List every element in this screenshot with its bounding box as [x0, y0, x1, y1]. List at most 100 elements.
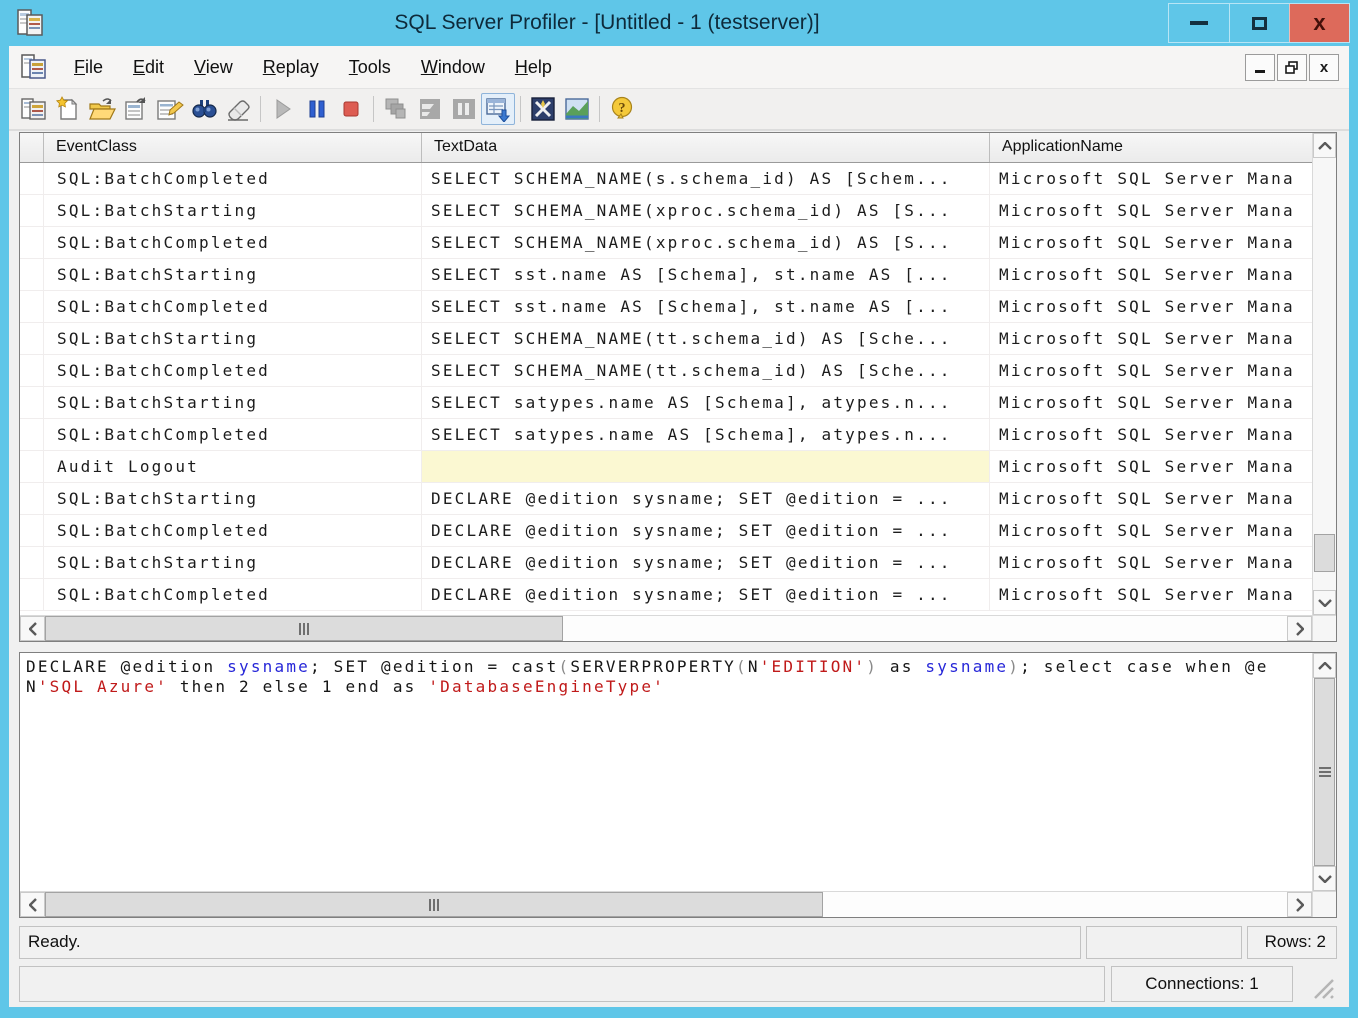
trace-grid-body: SQL:BatchCompletedSELECT SCHEMA_NAME(s.s…: [20, 163, 1312, 615]
grid-horizontal-scrollbar[interactable]: [20, 615, 1336, 641]
menu-edit[interactable]: Edit: [118, 52, 179, 83]
column-header-textdata[interactable]: TextData: [422, 133, 990, 162]
mdi-restore-button[interactable]: [1277, 54, 1307, 81]
table-row[interactable]: SQL:BatchCompletedSELECT sst.name AS [Sc…: [20, 291, 1312, 323]
text-horizontal-scrollbar[interactable]: [20, 891, 1336, 917]
connection-status-bar: Connections: 1: [19, 966, 1337, 1002]
save-trace-icon[interactable]: [119, 93, 153, 125]
scroll-up-icon[interactable]: [1313, 653, 1336, 678]
scrollbar-gripper: [429, 899, 439, 911]
grid-hscroll-thumb[interactable]: [45, 616, 563, 641]
app-window: SQL Server Profiler - [Untitled - 1 (tes…: [0, 0, 1358, 1018]
status-bar: Ready. Rows: 2: [19, 926, 1337, 959]
status-panel-empty: [19, 966, 1105, 1002]
scroll-left-icon[interactable]: [20, 892, 45, 917]
menu-file[interactable]: File: [59, 52, 118, 83]
toolbar: ?: [9, 89, 1349, 131]
mdi-minimize-button[interactable]: [1245, 54, 1275, 81]
window-controls: x: [1168, 3, 1350, 43]
auto-scroll-icon[interactable]: [481, 93, 515, 125]
text-vscroll-thumb[interactable]: [1314, 678, 1335, 866]
column-header-eventclass[interactable]: EventClass: [44, 133, 422, 162]
scroll-up-icon[interactable]: [1313, 133, 1336, 158]
new-trace-icon[interactable]: [51, 93, 85, 125]
maximize-button[interactable]: [1229, 4, 1289, 42]
grid-vertical-scrollbar[interactable]: [1312, 133, 1336, 615]
scroll-down-icon[interactable]: [1313, 590, 1336, 615]
maximize-icon: [1252, 17, 1267, 30]
grid-header-stub[interactable]: [20, 133, 44, 162]
table-row[interactable]: Audit LogoutMicrosoft SQL Server Mana: [20, 451, 1312, 483]
column-header-applicationname[interactable]: ApplicationName: [990, 133, 1312, 162]
trace-document-icon: [21, 53, 47, 81]
pause-icon[interactable]: [300, 93, 334, 125]
text-detail-panel: DECLARE @edition sysname; SET @edition =…: [19, 652, 1337, 918]
menu-window[interactable]: Window: [406, 52, 500, 83]
mdi-close-icon: x: [1320, 60, 1328, 75]
menu-items: FileEditViewReplayToolsWindowHelp: [59, 52, 1245, 83]
execute-one-step-icon[interactable]: [379, 93, 413, 125]
organize-columns-icon[interactable]: [526, 93, 560, 125]
menu-bar: FileEditViewReplayToolsWindowHelp x: [9, 46, 1349, 89]
table-row[interactable]: SQL:BatchStartingSELECT satypes.name AS …: [20, 387, 1312, 419]
text-hscroll-track[interactable]: [823, 892, 1287, 917]
text-vertical-scrollbar[interactable]: [1312, 653, 1336, 891]
status-ready: Ready.: [19, 926, 1081, 959]
menu-help[interactable]: Help: [500, 52, 567, 83]
table-row[interactable]: SQL:BatchCompletedSELECT SCHEMA_NAME(s.s…: [20, 163, 1312, 195]
close-button[interactable]: x: [1289, 4, 1349, 42]
status-rows-badge: Rows: 2: [1247, 926, 1337, 959]
table-row[interactable]: SQL:BatchStartingSELECT sst.name AS [Sch…: [20, 259, 1312, 291]
minimize-button[interactable]: [1169, 4, 1229, 42]
menu-tools[interactable]: Tools: [334, 52, 406, 83]
trace-grid: EventClass TextData ApplicationName SQL:…: [19, 132, 1337, 642]
scrollbar-corner: [1312, 892, 1336, 917]
mdi-minimize-icon: [1255, 70, 1265, 73]
help-icon[interactable]: ?: [605, 93, 639, 125]
scrollbar-gripper: [299, 623, 309, 635]
toolbar-separator: [260, 96, 261, 122]
grid-vscroll-thumb[interactable]: [1314, 534, 1335, 572]
toolbar-separator: [599, 96, 600, 122]
clear-trace-icon[interactable]: [221, 93, 255, 125]
grid-header-row: EventClass TextData ApplicationName: [20, 133, 1312, 163]
mdi-close-button[interactable]: x: [1309, 54, 1339, 81]
table-row[interactable]: SQL:BatchCompletedSELECT SCHEMA_NAME(xpr…: [20, 227, 1312, 259]
table-row[interactable]: SQL:BatchStartingDECLARE @edition sysnam…: [20, 547, 1312, 579]
tuning-advisor-icon[interactable]: [560, 93, 594, 125]
mdi-window-controls: x: [1245, 54, 1339, 81]
table-row[interactable]: SQL:BatchCompletedSELECT satypes.name AS…: [20, 419, 1312, 451]
table-row[interactable]: SQL:BatchStartingSELECT SCHEMA_NAME(xpro…: [20, 195, 1312, 227]
open-trace-icon[interactable]: [85, 93, 119, 125]
pane-splitter[interactable]: [9, 642, 1349, 652]
resize-grip[interactable]: [1299, 966, 1337, 1002]
sql-text[interactable]: DECLARE @edition sysname; SET @edition =…: [20, 653, 1312, 891]
scrollbar-corner: [1312, 616, 1336, 641]
table-row[interactable]: SQL:BatchCompletedSELECT SCHEMA_NAME(tt.…: [20, 355, 1312, 387]
stop-icon[interactable]: [334, 93, 368, 125]
table-row[interactable]: SQL:BatchCompletedDECLARE @edition sysna…: [20, 515, 1312, 547]
grid-hscroll-track[interactable]: [563, 616, 1287, 641]
text-hscroll-thumb[interactable]: [45, 892, 823, 917]
table-row[interactable]: SQL:BatchStartingSELECT SCHEMA_NAME(tt.s…: [20, 323, 1312, 355]
find-icon[interactable]: [187, 93, 221, 125]
scroll-right-icon[interactable]: [1287, 892, 1312, 917]
table-row[interactable]: SQL:BatchStartingDECLARE @edition sysnam…: [20, 483, 1312, 515]
mdi-restore-icon: [1285, 61, 1299, 74]
trace-template-icon[interactable]: [17, 93, 51, 125]
toggle-breakpoint-icon[interactable]: [447, 93, 481, 125]
start-replay-icon[interactable]: [266, 93, 300, 125]
menu-replay[interactable]: Replay: [248, 52, 334, 83]
menu-view[interactable]: View: [179, 52, 248, 83]
status-panel-empty: [1086, 926, 1242, 959]
scroll-down-icon[interactable]: [1313, 866, 1336, 891]
table-row[interactable]: SQL:BatchCompletedDECLARE @edition sysna…: [20, 579, 1312, 611]
scroll-left-icon[interactable]: [20, 616, 45, 641]
svg-text:?: ?: [619, 101, 626, 116]
scroll-right-icon[interactable]: [1287, 616, 1312, 641]
toolbar-separator: [520, 96, 521, 122]
scrollbar-gripper: [1319, 767, 1331, 777]
window-title: SQL Server Profiler - [Untitled - 1 (tes…: [46, 11, 1168, 35]
run-to-cursor-icon[interactable]: [413, 93, 447, 125]
trace-properties-icon[interactable]: [153, 93, 187, 125]
